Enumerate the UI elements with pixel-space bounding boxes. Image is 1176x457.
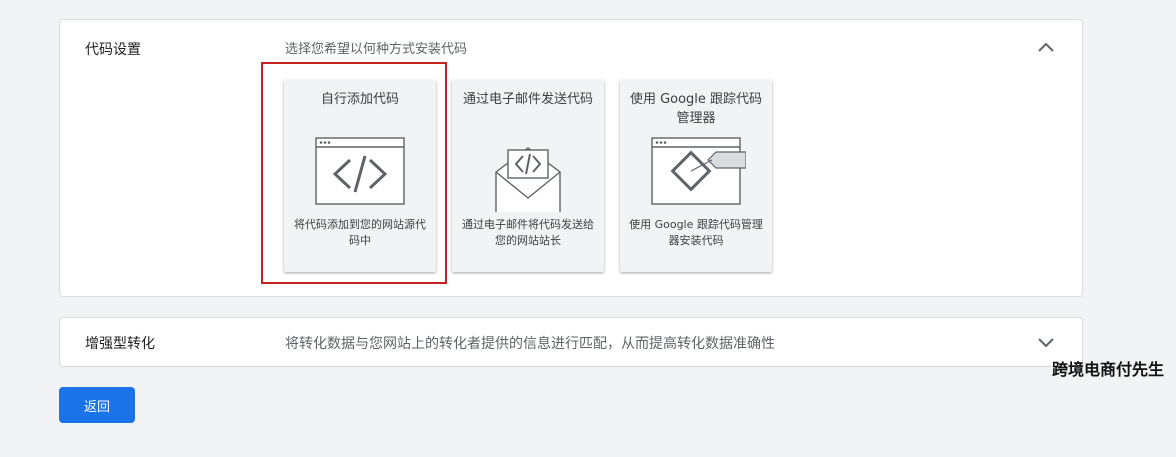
watermark-text: 跨境电商付先生 — [1051, 360, 1164, 379]
option-google-tag-manager[interactable]: 使用 Google 跟踪代码管理器 使用 Google 跟踪代码管理器安装代码 — [620, 80, 772, 272]
tag-manager-icon — [651, 137, 746, 205]
option-description: 将代码添加到您的网站源代码中 — [294, 218, 426, 247]
enhanced-conversions-panel[interactable]: 增强型转化 将转化数据与您网站上的转化者提供的信息进行匹配，从而提高转化数据准确… — [59, 317, 1083, 367]
option-email-code[interactable]: 通过电子邮件发送代码 通过电子邮件将代码发送给您的网站站长 — [452, 80, 604, 272]
enhanced-conversions-title: 增强型转化 — [85, 336, 155, 352]
back-button[interactable]: 返回 — [59, 387, 135, 423]
email-code-icon — [495, 147, 561, 212]
enhanced-conversions-subtitle: 将转化数据与您网站上的转化者提供的信息进行匹配，从而提高转化数据准确性 — [285, 336, 775, 352]
code-settings-panel: 代码设置 选择您希望以何种方式安装代码 自行添加代码 将代码添加到您的网站源代码… — [59, 19, 1083, 297]
option-title: 自行添加代码 — [320, 92, 399, 107]
code-settings-title: 代码设置 — [85, 42, 141, 58]
browser-code-icon — [315, 137, 405, 205]
option-description: 通过电子邮件将代码发送给您的网站站长 — [462, 218, 594, 247]
option-title: 使用 Google 跟踪代码管理器 — [629, 92, 763, 126]
chevron-down-icon[interactable] — [1036, 332, 1056, 352]
chevron-up-icon[interactable] — [1036, 38, 1056, 58]
code-settings-subtitle: 选择您希望以何种方式安装代码 — [285, 42, 468, 57]
option-title: 通过电子邮件发送代码 — [462, 92, 593, 107]
option-add-code-yourself[interactable]: 自行添加代码 将代码添加到您的网站源代码中 — [284, 80, 436, 272]
option-description: 使用 Google 跟踪代码管理器安装代码 — [629, 218, 763, 247]
